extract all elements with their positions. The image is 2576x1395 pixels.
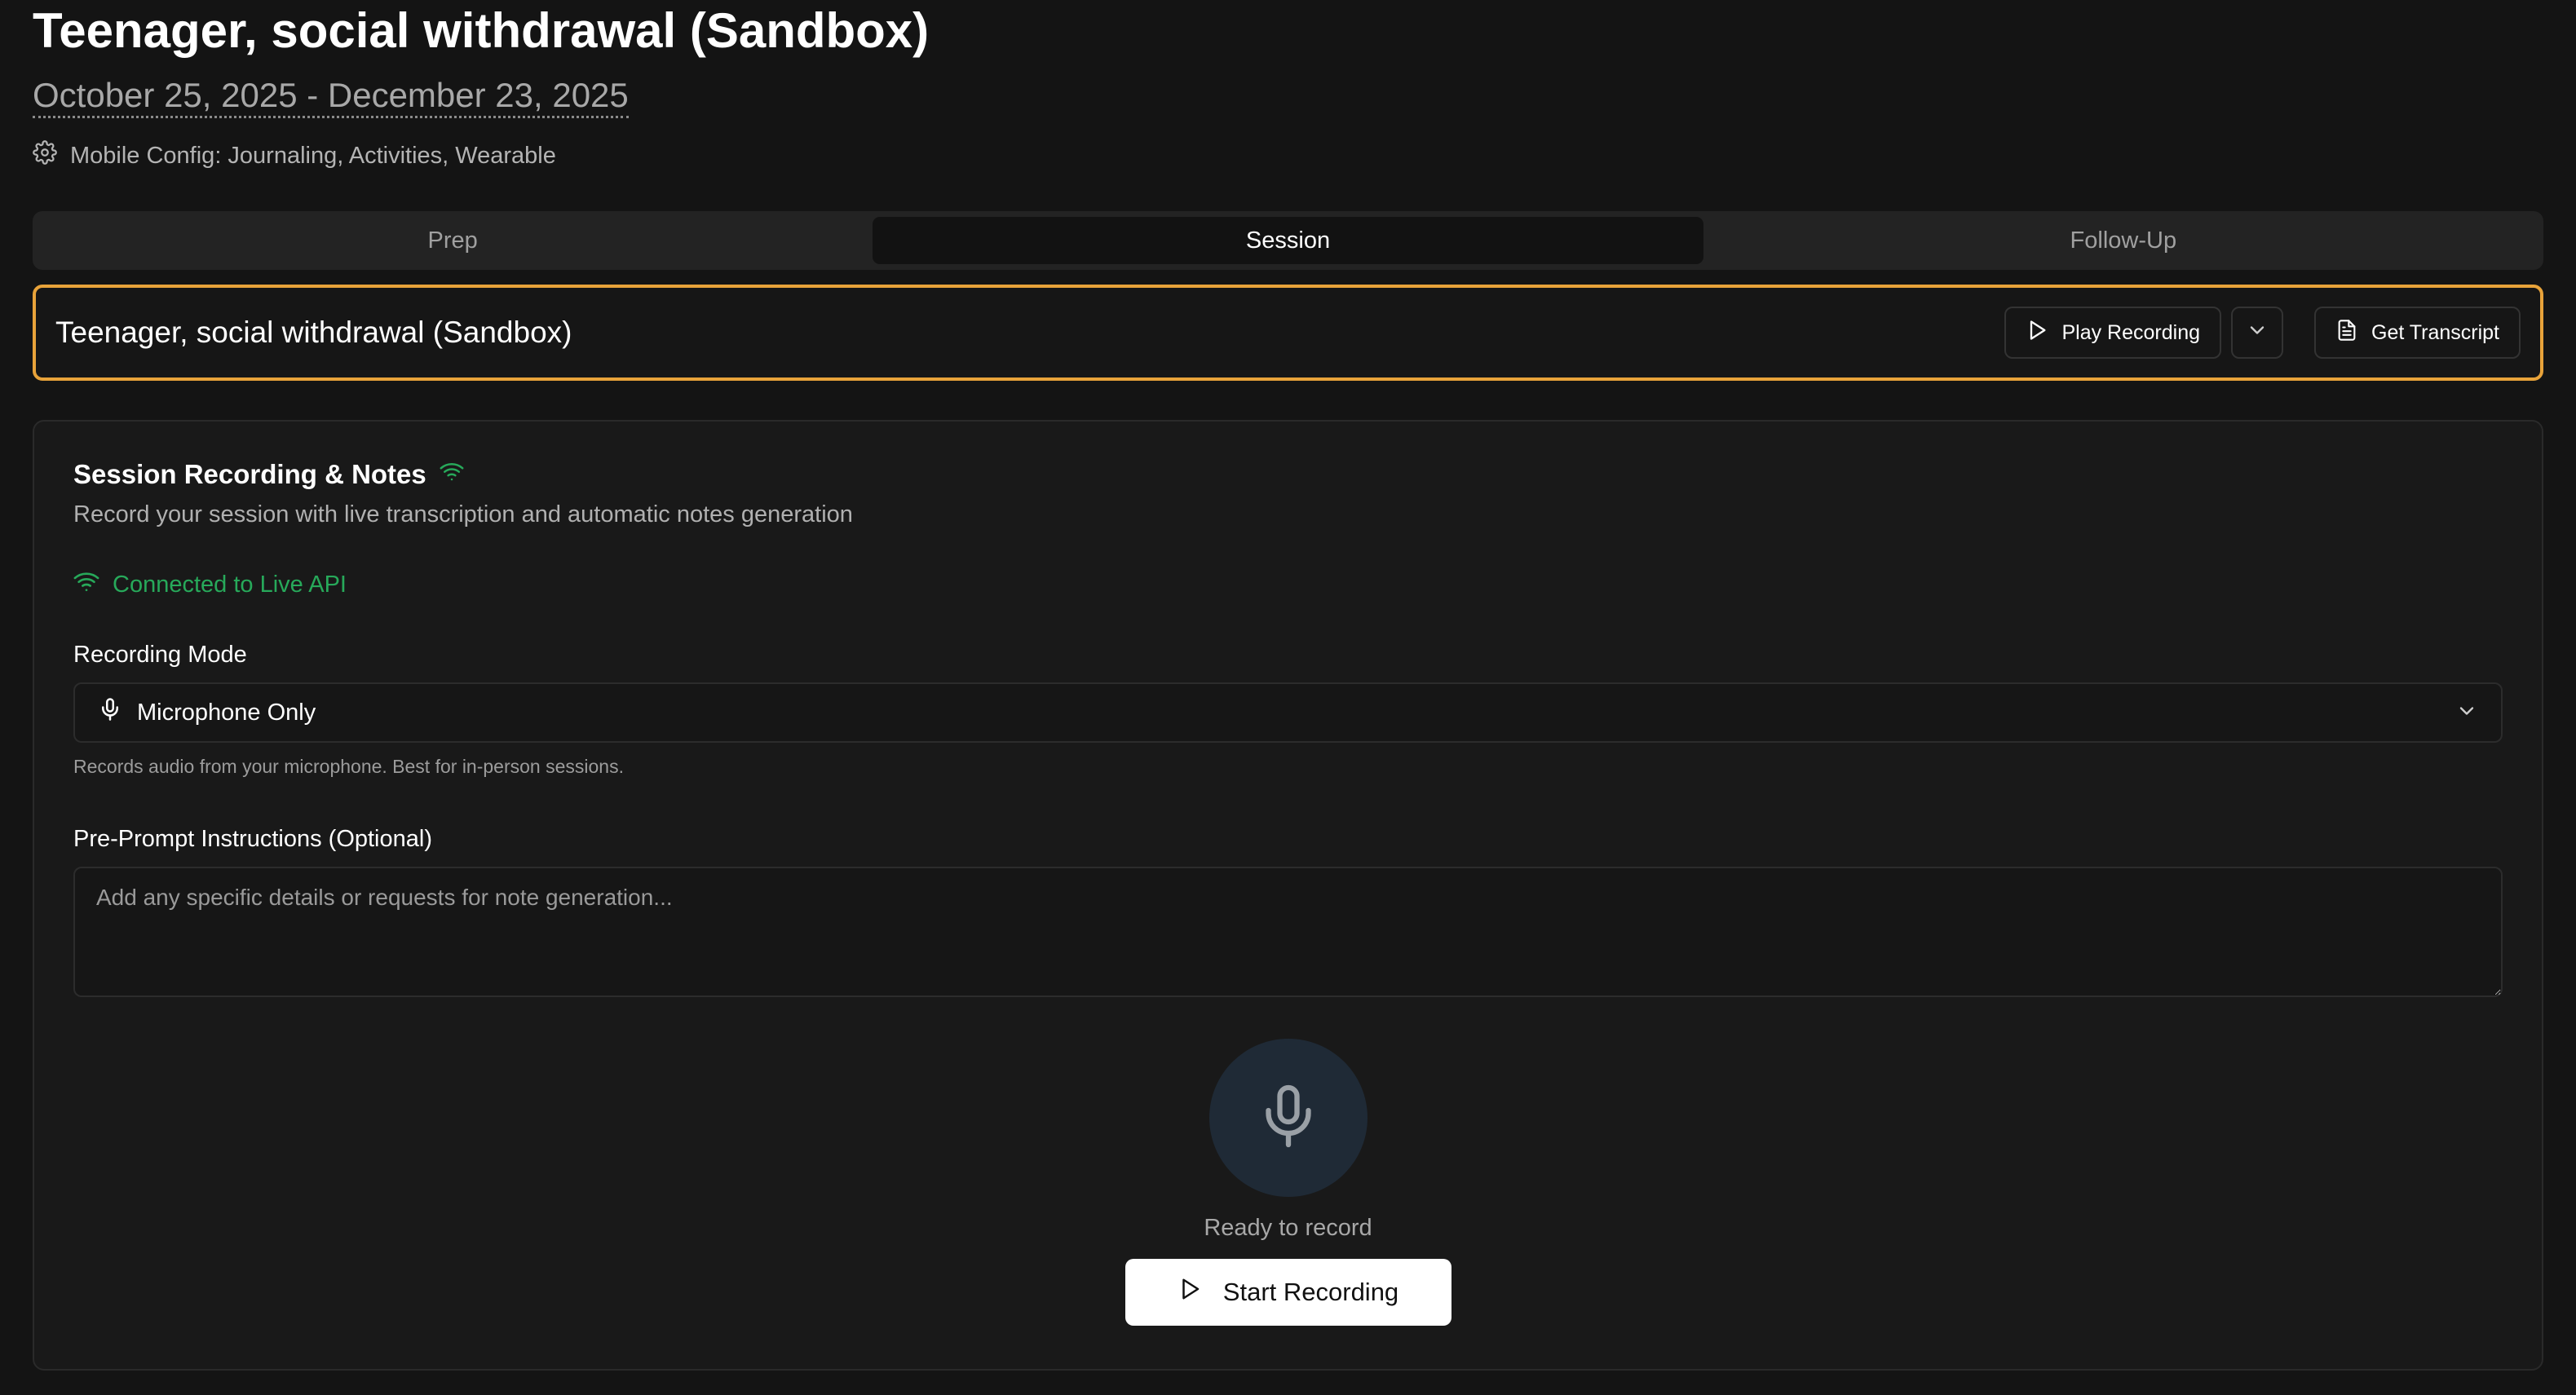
recording-options-dropdown[interactable]: [2231, 307, 2283, 359]
mobile-config-text: Mobile Config: Journaling, Activities, W…: [70, 142, 556, 169]
recording-mode-value: Microphone Only: [137, 699, 316, 726]
get-transcript-button[interactable]: Get Transcript: [2314, 307, 2521, 359]
preprompt-textarea[interactable]: [73, 867, 2503, 997]
tab-follow-up[interactable]: Follow-Up: [1708, 217, 2538, 264]
page-title: Teenager, social withdrawal (Sandbox): [33, 3, 930, 58]
card-subtitle: Record your session with live transcript…: [73, 501, 853, 528]
document-icon: [2335, 319, 2358, 347]
recording-mode-label: Recording Mode: [73, 642, 247, 668]
microphone-icon: [98, 697, 122, 728]
tab-session[interactable]: Session: [873, 217, 1703, 264]
recording-mode-value-wrap: Microphone Only: [98, 697, 316, 728]
wifi-icon: [440, 459, 464, 490]
play-recording-label: Play Recording: [2061, 320, 2200, 344]
mic-status-circle: [1208, 1039, 1368, 1197]
date-range[interactable]: October 25, 2025 - December 23, 2025: [33, 75, 629, 118]
get-transcript-label: Get Transcript: [2371, 320, 2499, 344]
wifi-icon: [73, 568, 99, 601]
chevron-down-icon: [2455, 700, 2478, 726]
page: Teenager, social withdrawal (Sandbox) Oc…: [0, 0, 2576, 1395]
session-recording-card: Session Recording & Notes Record your se…: [33, 420, 2543, 1371]
connection-status-text: Connected to Live API: [113, 571, 347, 598]
tab-bar: Prep Session Follow-Up: [33, 211, 2543, 270]
start-recording-label: Start Recording: [1222, 1278, 1399, 1306]
play-icon: [1178, 1277, 1202, 1308]
play-icon: [2026, 319, 2048, 347]
card-title-text: Session Recording & Notes: [73, 459, 426, 489]
preprompt-label: Pre-Prompt Instructions (Optional): [73, 826, 432, 852]
session-actions: Play Recording Get Transcript: [2004, 307, 2521, 359]
recording-area: Ready to record Start Recording: [73, 1039, 2503, 1326]
card-title: Session Recording & Notes: [73, 457, 2503, 492]
recording-status-text: Ready to record: [1204, 1215, 1372, 1241]
gear-icon: [33, 140, 57, 171]
chevron-down-icon: [2246, 319, 2269, 347]
recording-mode-select[interactable]: Microphone Only: [73, 682, 2503, 743]
mobile-config: Mobile Config: Journaling, Activities, W…: [33, 139, 2543, 172]
session-title: Teenager, social withdrawal (Sandbox): [55, 316, 572, 349]
recording-mode-helper: Records audio from your microphone. Best…: [73, 756, 624, 777]
start-recording-button[interactable]: Start Recording: [1125, 1259, 1451, 1326]
microphone-icon: [1254, 1082, 1323, 1154]
connection-status: Connected to Live API: [73, 568, 2503, 601]
tab-prep[interactable]: Prep: [38, 217, 868, 264]
session-header-bar: Teenager, social withdrawal (Sandbox) Pl…: [33, 285, 2543, 381]
play-recording-button[interactable]: Play Recording: [2004, 307, 2221, 359]
